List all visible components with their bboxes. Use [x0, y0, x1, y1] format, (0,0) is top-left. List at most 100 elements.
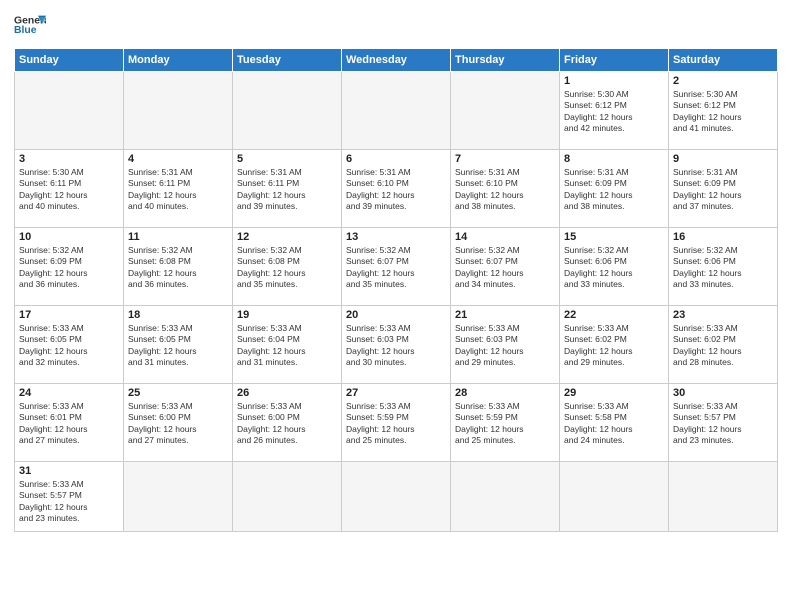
day-number: 17 — [19, 309, 119, 321]
weekday-header-tuesday: Tuesday — [233, 49, 342, 72]
day-info: Sunrise: 5:32 AM Sunset: 6:06 PM Dayligh… — [673, 245, 773, 291]
day-info: Sunrise: 5:30 AM Sunset: 6:12 PM Dayligh… — [564, 89, 664, 135]
day-number: 7 — [455, 153, 555, 165]
calendar-cell: 15Sunrise: 5:32 AM Sunset: 6:06 PM Dayli… — [560, 228, 669, 306]
day-number: 22 — [564, 309, 664, 321]
day-info: Sunrise: 5:33 AM Sunset: 6:05 PM Dayligh… — [19, 323, 119, 369]
day-number: 31 — [19, 465, 119, 477]
day-info: Sunrise: 5:33 AM Sunset: 5:57 PM Dayligh… — [19, 479, 119, 525]
calendar-cell — [124, 462, 233, 532]
calendar-cell: 13 Sunrise: 5:32 AM Sunset: 6:07 PM Dayli… — [342, 228, 451, 306]
calendar-cell: 1 Sunrise: 5:30 AM Sunset: 6:12 PM Daylig… — [560, 72, 669, 150]
calendar-cell: 4Sunrise: 5:31 AM Sunset: 6:11 PM Daylig… — [124, 150, 233, 228]
day-info: Sunrise: 5:31 AM Sunset: 6:11 PM Dayligh… — [237, 167, 337, 213]
calendar-cell: 30 Sunrise: 5:33 AM Sunset: 5:57 PM Dayli… — [669, 384, 778, 462]
calendar-cell: 22 Sunrise: 5:33 AM Sunset: 6:02 PM Dayli… — [560, 306, 669, 384]
day-info: Sunrise: 5:31 AM Sunset: 6:10 PM Dayligh… — [455, 167, 555, 213]
day-info: Sunrise: 5:31 AM Sunset: 6:09 PM Dayligh… — [673, 167, 773, 213]
calendar-cell — [15, 72, 124, 150]
day-number: 26 — [237, 387, 337, 399]
day-info: Sunrise: 5:32 AM Sunset: 6:08 PM Dayligh… — [128, 245, 228, 291]
calendar-cell: 14 Sunrise: 5:32 AM Sunset: 6:07 PM Dayli… — [451, 228, 560, 306]
day-info: Sunrise: 5:32 AM Sunset: 6:09 PM Dayligh… — [19, 245, 119, 291]
calendar-cell: 28 Sunrise: 5:33 AM Sunset: 5:59 PM Dayli… — [451, 384, 560, 462]
calendar-cell — [233, 72, 342, 150]
calendar-table: SundayMondayTuesdayWednesdayThursdayFrid… — [14, 48, 778, 532]
day-info: Sunrise: 5:33 AM Sunset: 5:59 PM Dayligh… — [346, 401, 446, 447]
day-number: 20 — [346, 309, 446, 321]
calendar-cell — [342, 72, 451, 150]
calendar-cell: 12 Sunrise: 5:32 AM Sunset: 6:08 PM Dayli… — [233, 228, 342, 306]
day-info: Sunrise: 5:33 AM Sunset: 6:02 PM Dayligh… — [673, 323, 773, 369]
day-number: 2 — [673, 75, 773, 87]
day-info: Sunrise: 5:33 AM Sunset: 6:03 PM Dayligh… — [455, 323, 555, 369]
calendar-cell: 11 Sunrise: 5:32 AM Sunset: 6:08 PM Dayli… — [124, 228, 233, 306]
calendar-row-0: 1 Sunrise: 5:30 AM Sunset: 6:12 PM Daylig… — [15, 72, 778, 150]
calendar-cell: 7 Sunrise: 5:31 AM Sunset: 6:10 PM Daylig… — [451, 150, 560, 228]
calendar-row-5: 31 Sunrise: 5:33 AM Sunset: 5:57 PM Dayli… — [15, 462, 778, 532]
calendar-cell — [451, 72, 560, 150]
day-info: Sunrise: 5:30 AM Sunset: 6:11 PM Dayligh… — [19, 167, 119, 213]
day-number: 12 — [237, 231, 337, 243]
calendar-cell: 25Sunrise: 5:33 AM Sunset: 6:00 PM Dayli… — [124, 384, 233, 462]
calendar-cell: 19 Sunrise: 5:33 AM Sunset: 6:04 PM Dayli… — [233, 306, 342, 384]
day-info: Sunrise: 5:32 AM Sunset: 6:07 PM Dayligh… — [346, 245, 446, 291]
day-info: Sunrise: 5:33 AM Sunset: 6:02 PM Dayligh… — [564, 323, 664, 369]
calendar-row-2: 10Sunrise: 5:32 AM Sunset: 6:09 PM Dayli… — [15, 228, 778, 306]
day-number: 21 — [455, 309, 555, 321]
day-info: Sunrise: 5:31 AM Sunset: 6:10 PM Dayligh… — [346, 167, 446, 213]
day-info: Sunrise: 5:32 AM Sunset: 6:07 PM Dayligh… — [455, 245, 555, 291]
calendar-cell: 16 Sunrise: 5:32 AM Sunset: 6:06 PM Dayli… — [669, 228, 778, 306]
day-number: 28 — [455, 387, 555, 399]
day-number: 11 — [128, 231, 228, 243]
day-number: 18 — [128, 309, 228, 321]
calendar-cell: 17 Sunrise: 5:33 AM Sunset: 6:05 PM Dayli… — [15, 306, 124, 384]
weekday-header-row: SundayMondayTuesdayWednesdayThursdayFrid… — [15, 49, 778, 72]
day-number: 8 — [564, 153, 664, 165]
day-info: Sunrise: 5:33 AM Sunset: 6:00 PM Dayligh… — [237, 401, 337, 447]
calendar-row-4: 24Sunrise: 5:33 AM Sunset: 6:01 PM Dayli… — [15, 384, 778, 462]
day-number: 3 — [19, 153, 119, 165]
day-info: Sunrise: 5:33 AM Sunset: 5:59 PM Dayligh… — [455, 401, 555, 447]
day-number: 5 — [237, 153, 337, 165]
day-number: 15 — [564, 231, 664, 243]
day-number: 1 — [564, 75, 664, 87]
day-number: 29 — [564, 387, 664, 399]
day-info: Sunrise: 5:31 AM Sunset: 6:09 PM Dayligh… — [564, 167, 664, 213]
calendar-cell: 26 Sunrise: 5:33 AM Sunset: 6:00 PM Dayli… — [233, 384, 342, 462]
day-number: 14 — [455, 231, 555, 243]
day-number: 19 — [237, 309, 337, 321]
logo: General Blue — [14, 12, 46, 40]
weekday-header-friday: Friday — [560, 49, 669, 72]
weekday-header-wednesday: Wednesday — [342, 49, 451, 72]
calendar-cell: 31 Sunrise: 5:33 AM Sunset: 5:57 PM Dayli… — [15, 462, 124, 532]
logo-icon: General Blue — [14, 12, 46, 40]
weekday-header-sunday: Sunday — [15, 49, 124, 72]
weekday-header-saturday: Saturday — [669, 49, 778, 72]
calendar-cell: 21 Sunrise: 5:33 AM Sunset: 6:03 PM Dayli… — [451, 306, 560, 384]
calendar-cell — [560, 462, 669, 532]
day-number: 16 — [673, 231, 773, 243]
day-info: Sunrise: 5:33 AM Sunset: 5:57 PM Dayligh… — [673, 401, 773, 447]
calendar-row-3: 17 Sunrise: 5:33 AM Sunset: 6:05 PM Dayli… — [15, 306, 778, 384]
day-info: Sunrise: 5:33 AM Sunset: 6:00 PM Dayligh… — [128, 401, 228, 447]
calendar-cell: 29 Sunrise: 5:33 AM Sunset: 5:58 PM Dayli… — [560, 384, 669, 462]
day-info: Sunrise: 5:30 AM Sunset: 6:12 PM Dayligh… — [673, 89, 773, 135]
calendar-cell: 18 Sunrise: 5:33 AM Sunset: 6:05 PM Dayli… — [124, 306, 233, 384]
calendar-cell: 5 Sunrise: 5:31 AM Sunset: 6:11 PM Daylig… — [233, 150, 342, 228]
weekday-header-thursday: Thursday — [451, 49, 560, 72]
calendar-cell: 20 Sunrise: 5:33 AM Sunset: 6:03 PM Dayli… — [342, 306, 451, 384]
calendar-cell: 27Sunrise: 5:33 AM Sunset: 5:59 PM Dayli… — [342, 384, 451, 462]
day-info: Sunrise: 5:33 AM Sunset: 6:05 PM Dayligh… — [128, 323, 228, 369]
day-info: Sunrise: 5:33 AM Sunset: 6:04 PM Dayligh… — [237, 323, 337, 369]
day-info: Sunrise: 5:33 AM Sunset: 6:03 PM Dayligh… — [346, 323, 446, 369]
day-info: Sunrise: 5:32 AM Sunset: 6:08 PM Dayligh… — [237, 245, 337, 291]
day-number: 30 — [673, 387, 773, 399]
calendar-cell: 23Sunrise: 5:33 AM Sunset: 6:02 PM Dayli… — [669, 306, 778, 384]
calendar-cell — [669, 462, 778, 532]
day-info: Sunrise: 5:33 AM Sunset: 5:58 PM Dayligh… — [564, 401, 664, 447]
calendar-cell — [342, 462, 451, 532]
day-number: 13 — [346, 231, 446, 243]
calendar-cell: 6Sunrise: 5:31 AM Sunset: 6:10 PM Daylig… — [342, 150, 451, 228]
weekday-header-monday: Monday — [124, 49, 233, 72]
